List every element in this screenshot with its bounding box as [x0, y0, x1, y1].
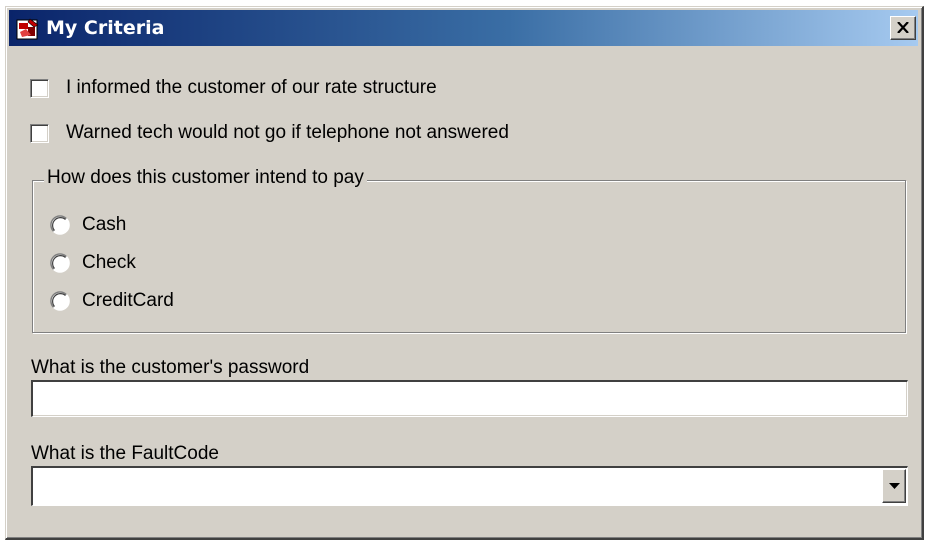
- rate-structure-checkbox[interactable]: [30, 78, 49, 98]
- application-icon[interactable]: [16, 17, 40, 41]
- faultcode-combobox[interactable]: [31, 466, 908, 506]
- password-input[interactable]: [31, 380, 908, 417]
- my-criteria-window: My Criteria I informed the customer of o…: [5, 6, 924, 540]
- close-button[interactable]: [890, 16, 916, 40]
- payment-group-legend: How does this customer intend to pay: [44, 167, 367, 189]
- title-bar[interactable]: My Criteria: [9, 10, 918, 46]
- cash-label: Cash: [82, 214, 127, 235]
- close-icon: [897, 22, 909, 33]
- payment-method-group: How does this customer intend to pay Cas…: [32, 167, 906, 333]
- telephone-warning-label: Warned tech would not go if telephone no…: [66, 122, 509, 143]
- dropdown-arrow-icon: [889, 483, 900, 489]
- rate-structure-label: I informed the customer of our rate stru…: [66, 77, 437, 98]
- password-label: What is the customer's password: [31, 357, 310, 378]
- radio-option-check[interactable]: Check: [50, 250, 136, 276]
- creditcard-radio[interactable]: [50, 291, 70, 311]
- cash-radio[interactable]: [50, 215, 70, 235]
- check-label: Check: [82, 252, 136, 273]
- faultcode-label: What is the FaultCode: [31, 443, 219, 464]
- telephone-warning-checkbox-row[interactable]: Warned tech would not go if telephone no…: [30, 120, 509, 146]
- radio-option-creditcard[interactable]: CreditCard: [50, 288, 174, 314]
- creditcard-label: CreditCard: [82, 290, 174, 311]
- radio-option-cash[interactable]: Cash: [50, 212, 126, 238]
- check-radio[interactable]: [50, 253, 70, 273]
- rate-structure-checkbox-row[interactable]: I informed the customer of our rate stru…: [30, 75, 437, 101]
- window-title: My Criteria: [46, 17, 165, 39]
- telephone-warning-checkbox[interactable]: [30, 123, 49, 143]
- faultcode-dropdown-button[interactable]: [882, 469, 906, 503]
